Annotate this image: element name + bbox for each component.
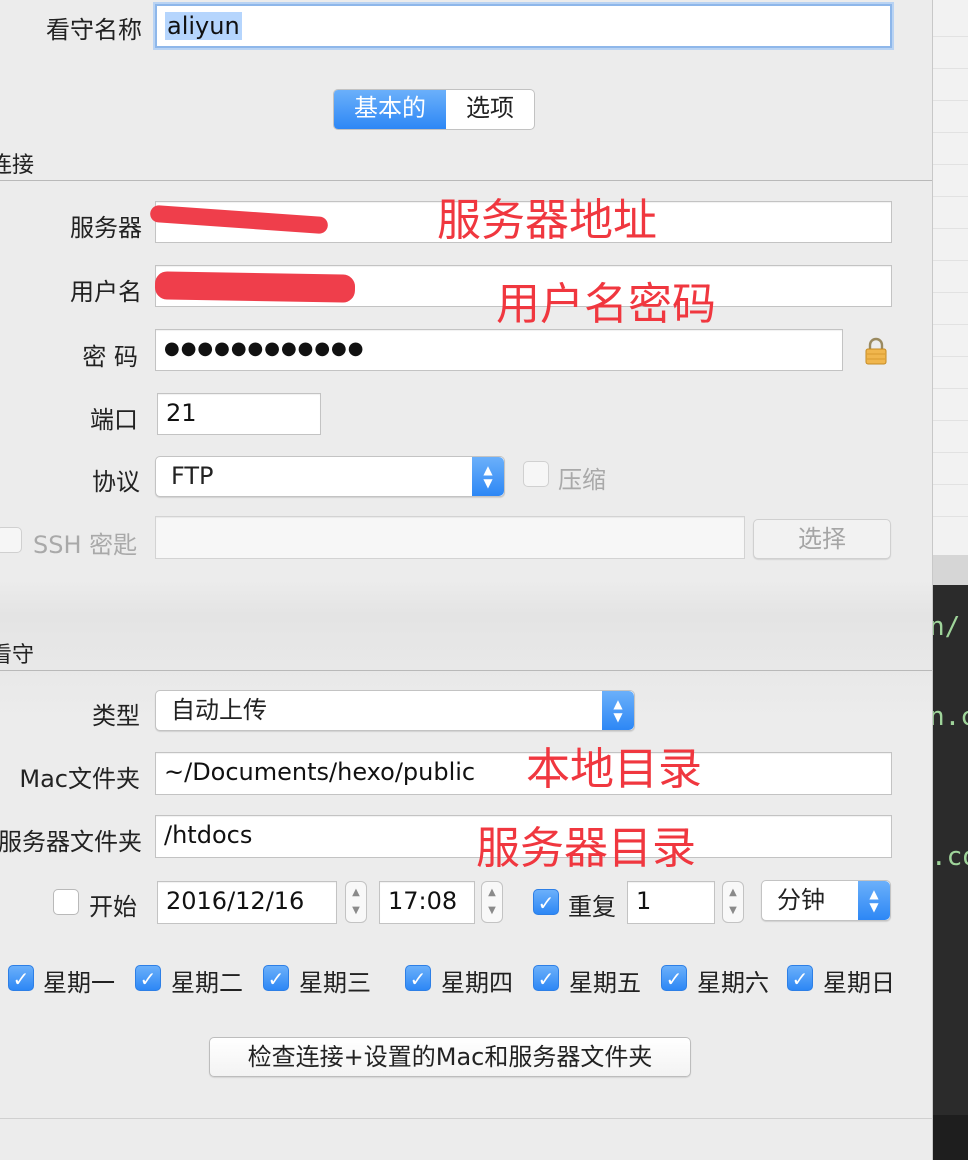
weekday-checkbox-thu[interactable]: ✓ <box>405 965 431 991</box>
repeat-unit-select[interactable]: 分钟 ▲ ▼ <box>761 880 891 921</box>
ssh-key-input[interactable] <box>155 516 745 559</box>
server-label: 服务器 <box>70 214 142 242</box>
mac-folder-input[interactable]: ~/Documents/hexo/public <box>155 752 892 795</box>
tab-basic[interactable]: 基本的 <box>334 90 446 129</box>
bottom-divider <box>0 1118 932 1119</box>
weekday-checkbox-fri[interactable]: ✓ <box>533 965 559 991</box>
weekday-label-thu: 星期四 <box>441 969 513 997</box>
annotation-server-dir: 服务器目录 <box>476 823 696 874</box>
connection-section-title: 连接 <box>0 153 35 178</box>
weekday-label-sat: 星期六 <box>697 969 769 997</box>
watch-settings-dialog: 看守名称 aliyun 基本的 选项 连接 服务器 用户名 密 码 ●●●●●●… <box>0 0 933 1160</box>
repeat-count-input[interactable]: 1 <box>627 881 715 924</box>
tab-bar: 基本的 选项 <box>333 89 535 130</box>
type-label: 类型 <box>92 702 140 730</box>
chevron-updown-icon: ▲ ▼ <box>602 691 634 730</box>
repeat-stepper[interactable]: ▲ ▼ <box>722 881 744 923</box>
start-time-input[interactable]: 17:08 <box>379 881 475 924</box>
time-stepper[interactable]: ▲ ▼ <box>481 881 503 923</box>
weekday-label-tue: 星期二 <box>171 969 243 997</box>
type-value: 自动上传 <box>171 696 267 724</box>
username-label: 用户名 <box>70 278 142 306</box>
server-folder-label: 服务器文件夹 <box>0 828 142 856</box>
protocol-value: FTP <box>171 462 214 490</box>
weekday-checkbox-sun[interactable]: ✓ <box>787 965 813 991</box>
port-input[interactable]: 21 <box>157 393 321 435</box>
weekday-checkbox-wed[interactable]: ✓ <box>263 965 289 991</box>
weekday-label-sun: 星期日 <box>823 969 895 997</box>
terminal-text: n/ <box>933 612 961 642</box>
password-label: 密 码 <box>82 343 138 371</box>
mac-folder-label: Mac文件夹 <box>19 765 140 793</box>
compress-label: 压缩 <box>558 466 606 494</box>
weekday-label-wed: 星期三 <box>299 969 371 997</box>
password-input[interactable]: ●●●●●●●●●●●● <box>155 329 843 371</box>
start-checkbox[interactable] <box>53 889 79 915</box>
watch-name-input[interactable]: aliyun <box>155 4 892 48</box>
chevron-updown-icon: ▲ ▼ <box>858 881 890 920</box>
ssh-key-checkbox[interactable] <box>0 527 22 553</box>
start-date-input[interactable]: 2016/12/16 <box>157 881 337 924</box>
weekday-checkbox-sat[interactable]: ✓ <box>661 965 687 991</box>
lock-icon[interactable] <box>864 337 888 365</box>
annotation-user-password: 用户名密码 <box>496 279 716 330</box>
watch-section-title: 看守 <box>0 643 35 668</box>
type-select[interactable]: 自动上传 ▲ ▼ <box>155 690 635 731</box>
annotation-server-address: 服务器地址 <box>437 195 657 246</box>
terminal-text: n.c <box>933 702 968 732</box>
weekday-checkbox-mon[interactable]: ✓ <box>8 965 34 991</box>
tab-options[interactable]: 选项 <box>446 90 534 129</box>
username-redaction <box>154 271 356 303</box>
weekday-label-fri: 星期五 <box>569 969 641 997</box>
annotation-local-dir: 本地目录 <box>526 744 702 795</box>
repeat-checkbox[interactable]: ✓ <box>533 889 559 915</box>
weekday-label-mon: 星期一 <box>43 969 115 997</box>
ssh-key-label: SSH 密匙 <box>33 531 138 559</box>
weekday-checkbox-tue[interactable]: ✓ <box>135 965 161 991</box>
protocol-select[interactable]: FTP ▲ ▼ <box>155 456 505 497</box>
port-label: 端口 <box>90 406 138 434</box>
background-window: n/ n.c .co <box>933 0 968 1160</box>
date-stepper[interactable]: ▲ ▼ <box>345 881 367 923</box>
repeat-unit-value: 分钟 <box>777 886 825 914</box>
watch-name-label: 看守名称 <box>46 16 142 44</box>
compress-checkbox[interactable] <box>523 461 549 487</box>
terminal-text: .co <box>933 842 968 872</box>
chevron-updown-icon: ▲ ▼ <box>472 457 504 496</box>
check-connection-button[interactable]: 检查连接+设置的Mac和服务器文件夹 <box>209 1037 691 1077</box>
choose-button[interactable]: 选择 <box>753 519 891 559</box>
start-label: 开始 <box>89 893 137 921</box>
protocol-label: 协议 <box>92 468 140 496</box>
repeat-label: 重复 <box>568 893 616 921</box>
